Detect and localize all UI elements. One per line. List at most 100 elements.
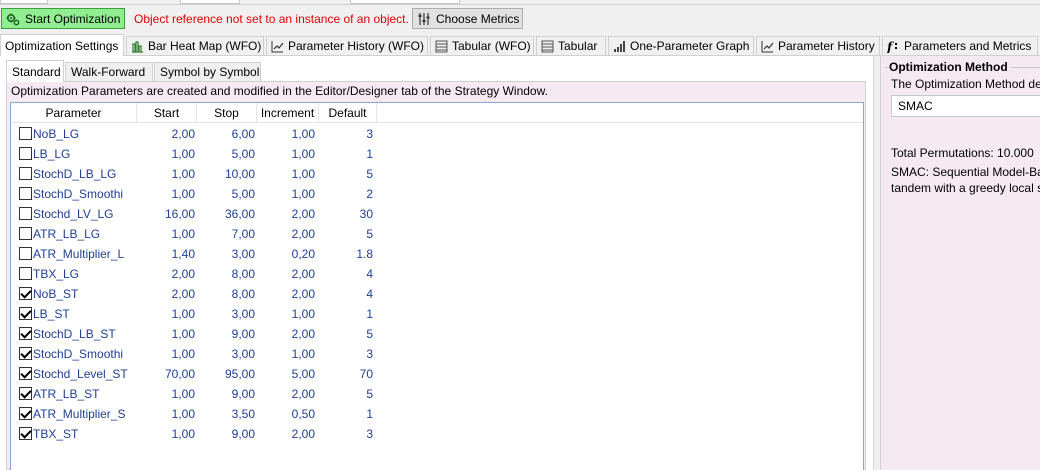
param-default[interactable]: 3 <box>319 344 373 364</box>
table-row[interactable]: TBX_ST 1,00 9,00 2,00 3 <box>11 424 863 444</box>
param-stop[interactable]: 8,00 <box>197 264 255 284</box>
table-row[interactable]: LB_ST 1,00 3,00 1,00 1 <box>11 304 863 324</box>
top-tab-fragment[interactable] <box>350 0 460 4</box>
tab-parameter-history-wfo[interactable]: Parameter History (WFO) <box>266 36 428 55</box>
param-checkbox[interactable] <box>19 367 32 380</box>
param-checkbox[interactable] <box>19 327 32 340</box>
table-row[interactable]: StochD_Smoothi 1,00 3,00 1,00 3 <box>11 344 863 364</box>
choose-metrics-button[interactable]: Choose Metrics <box>412 8 523 29</box>
param-default[interactable]: 5 <box>319 224 373 244</box>
param-name[interactable]: StochD_Smoothi <box>33 344 137 364</box>
param-stop[interactable]: 3,50 <box>197 404 255 424</box>
param-stop[interactable]: 5,00 <box>197 144 255 164</box>
param-stop[interactable]: 95,00 <box>197 364 255 384</box>
param-checkbox[interactable] <box>19 207 32 220</box>
param-name[interactable]: Stochd_LV_LG <box>33 204 137 224</box>
table-row[interactable]: StochD_LB_ST 1,00 9,00 2,00 5 <box>11 324 863 344</box>
param-checkbox[interactable] <box>19 347 32 360</box>
table-row[interactable]: ATR_LB_LG 1,00 7,00 2,00 5 <box>11 224 863 244</box>
param-name[interactable]: TBX_LG <box>33 264 137 284</box>
param-start[interactable]: 16,00 <box>137 204 195 224</box>
param-increment[interactable]: 2,00 <box>257 424 315 444</box>
param-start[interactable]: 70,00 <box>137 364 195 384</box>
param-stop[interactable]: 6,00 <box>197 124 255 144</box>
table-row[interactable]: LB_LG 1,00 5,00 1,00 1 <box>11 144 863 164</box>
param-increment[interactable]: 2,00 <box>257 264 315 284</box>
param-increment[interactable]: 2,00 <box>257 204 315 224</box>
top-tab-fragment[interactable] <box>0 0 48 4</box>
table-row[interactable]: ATR_Multiplier_L 1,40 3,00 0,20 1.8 <box>11 244 863 264</box>
column-header-start[interactable]: Start <box>137 103 197 123</box>
param-checkbox[interactable] <box>19 227 32 240</box>
param-stop[interactable]: 9,00 <box>197 424 255 444</box>
param-start[interactable]: 2,00 <box>137 124 195 144</box>
param-checkbox[interactable] <box>19 127 32 140</box>
column-header-parameter[interactable]: Parameter <box>11 103 137 123</box>
param-default[interactable]: 5 <box>319 324 373 344</box>
param-name[interactable]: TBX_ST <box>33 424 137 444</box>
subtab-standard[interactable]: Standard <box>6 60 64 82</box>
param-checkbox[interactable] <box>19 167 32 180</box>
param-checkbox[interactable] <box>19 287 32 300</box>
table-row[interactable]: NoB_LG 2,00 6,00 1,00 3 <box>11 124 863 144</box>
param-increment[interactable]: 2,00 <box>257 384 315 404</box>
param-increment[interactable]: 1,00 <box>257 304 315 324</box>
param-default[interactable]: 2 <box>319 184 373 204</box>
param-default[interactable]: 1 <box>319 304 373 324</box>
param-name[interactable]: ATR_Multiplier_S <box>33 404 137 424</box>
param-start[interactable]: 1,00 <box>137 344 195 364</box>
param-checkbox[interactable] <box>19 407 32 420</box>
param-name[interactable]: NoB_ST <box>33 284 137 304</box>
tab-one-parameter-graph[interactable]: One-Parameter Graph <box>608 36 754 55</box>
table-row[interactable]: ATR_Multiplier_S 1,00 3,50 0,50 1 <box>11 404 863 424</box>
param-checkbox[interactable] <box>19 307 32 320</box>
param-name[interactable]: ATR_Multiplier_L <box>33 244 137 264</box>
param-default[interactable]: 4 <box>319 284 373 304</box>
param-stop[interactable]: 3,00 <box>197 344 255 364</box>
column-header-increment[interactable]: Increment <box>257 103 319 123</box>
param-default[interactable]: 5 <box>319 164 373 184</box>
table-row[interactable]: TBX_LG 2,00 8,00 2,00 4 <box>11 264 863 284</box>
table-row[interactable]: Stochd_Level_ST 70,00 95,00 5,00 70 <box>11 364 863 384</box>
tab-tabular-wfo[interactable]: Tabular (WFO) <box>430 36 534 55</box>
column-header-stop[interactable]: Stop <box>197 103 257 123</box>
param-increment[interactable]: 5,00 <box>257 364 315 384</box>
table-row[interactable]: Stochd_LV_LG 16,00 36,00 2,00 30 <box>11 204 863 224</box>
param-stop[interactable]: 10,00 <box>197 164 255 184</box>
param-start[interactable]: 2,00 <box>137 264 195 284</box>
param-default[interactable]: 70 <box>319 364 373 384</box>
param-stop[interactable]: 9,00 <box>197 384 255 404</box>
param-default[interactable]: 30 <box>319 204 373 224</box>
param-checkbox[interactable] <box>19 267 32 280</box>
param-default[interactable]: 3 <box>319 424 373 444</box>
tab-optimization-settings[interactable]: Optimization Settings <box>0 34 124 56</box>
param-start[interactable]: 1,00 <box>137 184 195 204</box>
param-stop[interactable]: 8,00 <box>197 284 255 304</box>
subtab-walk-forward[interactable]: Walk-Forward <box>65 62 153 81</box>
param-default[interactable]: 5 <box>319 384 373 404</box>
param-default[interactable]: 1.8 <box>319 244 373 264</box>
param-checkbox[interactable] <box>19 387 32 400</box>
param-checkbox[interactable] <box>19 147 32 160</box>
param-default[interactable]: 4 <box>319 264 373 284</box>
parameter-grid[interactable]: Parameter Start Stop Increment Default N… <box>10 102 864 470</box>
param-start[interactable]: 1,00 <box>137 324 195 344</box>
subtab-symbol-by-symbol[interactable]: Symbol by Symbol <box>154 62 261 81</box>
param-name[interactable]: StochD_LB_ST <box>33 324 137 344</box>
param-increment[interactable]: 2,00 <box>257 324 315 344</box>
param-default[interactable]: 1 <box>319 404 373 424</box>
param-stop[interactable]: 3,00 <box>197 304 255 324</box>
param-name[interactable]: ATR_LB_LG <box>33 224 137 244</box>
param-start[interactable]: 1,00 <box>137 224 195 244</box>
table-row[interactable]: NoB_ST 2,00 8,00 2,00 4 <box>11 284 863 304</box>
param-name[interactable]: LB_ST <box>33 304 137 324</box>
param-increment[interactable]: 1,00 <box>257 184 315 204</box>
param-increment[interactable]: 1,00 <box>257 164 315 184</box>
param-name[interactable]: Stochd_Level_ST <box>33 364 137 384</box>
param-start[interactable]: 1,40 <box>137 244 195 264</box>
param-increment[interactable]: 2,00 <box>257 224 315 244</box>
optimization-method-select[interactable]: SMAC <box>891 95 1040 117</box>
param-stop[interactable]: 5,00 <box>197 184 255 204</box>
param-start[interactable]: 2,00 <box>137 284 195 304</box>
tab-tabular[interactable]: Tabular <box>536 36 606 55</box>
